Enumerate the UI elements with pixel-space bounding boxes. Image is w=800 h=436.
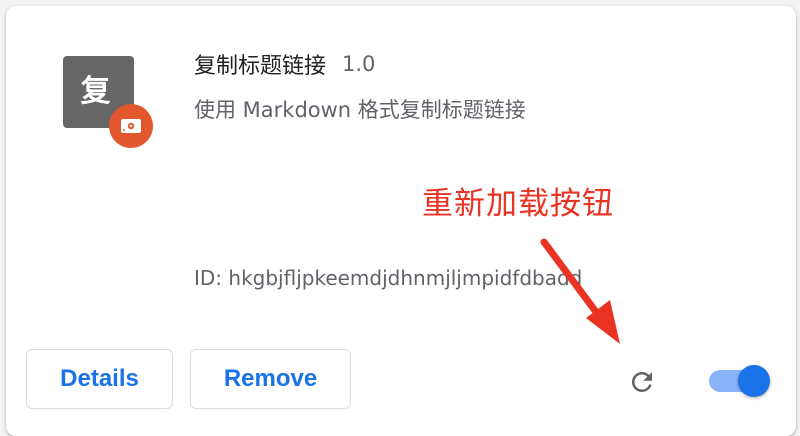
remove-button[interactable]: Remove bbox=[190, 349, 351, 409]
extension-name: 复制标题链接 bbox=[194, 54, 327, 79]
extension-title-row: 复制标题链接 1.0 bbox=[194, 46, 375, 82]
enable-toggle[interactable] bbox=[706, 365, 772, 397]
extension-icon-text: 复 bbox=[80, 74, 111, 109]
extension-description: 使用 Markdown 格式复制标题链接 bbox=[194, 98, 526, 122]
annotation-arrow-icon bbox=[540, 238, 620, 344]
toggle-knob bbox=[738, 365, 770, 397]
reload-button[interactable] bbox=[624, 364, 660, 400]
drive-icon bbox=[121, 119, 141, 133]
extension-version: 1.0 bbox=[342, 52, 376, 76]
reload-icon bbox=[631, 371, 652, 392]
details-button[interactable]: Details bbox=[26, 349, 173, 409]
unpacked-badge-icon bbox=[109, 104, 153, 148]
annotation-label: 重新加载按钮 bbox=[422, 186, 614, 222]
extension-card: 复 复制标题链接 1.0 使用 Markdown 格式复制标题链接 重新加载按钮… bbox=[6, 6, 796, 436]
extension-id: ID: hkgbjfljpkeemdjdhnmjljmpidfdbadd bbox=[194, 266, 583, 290]
